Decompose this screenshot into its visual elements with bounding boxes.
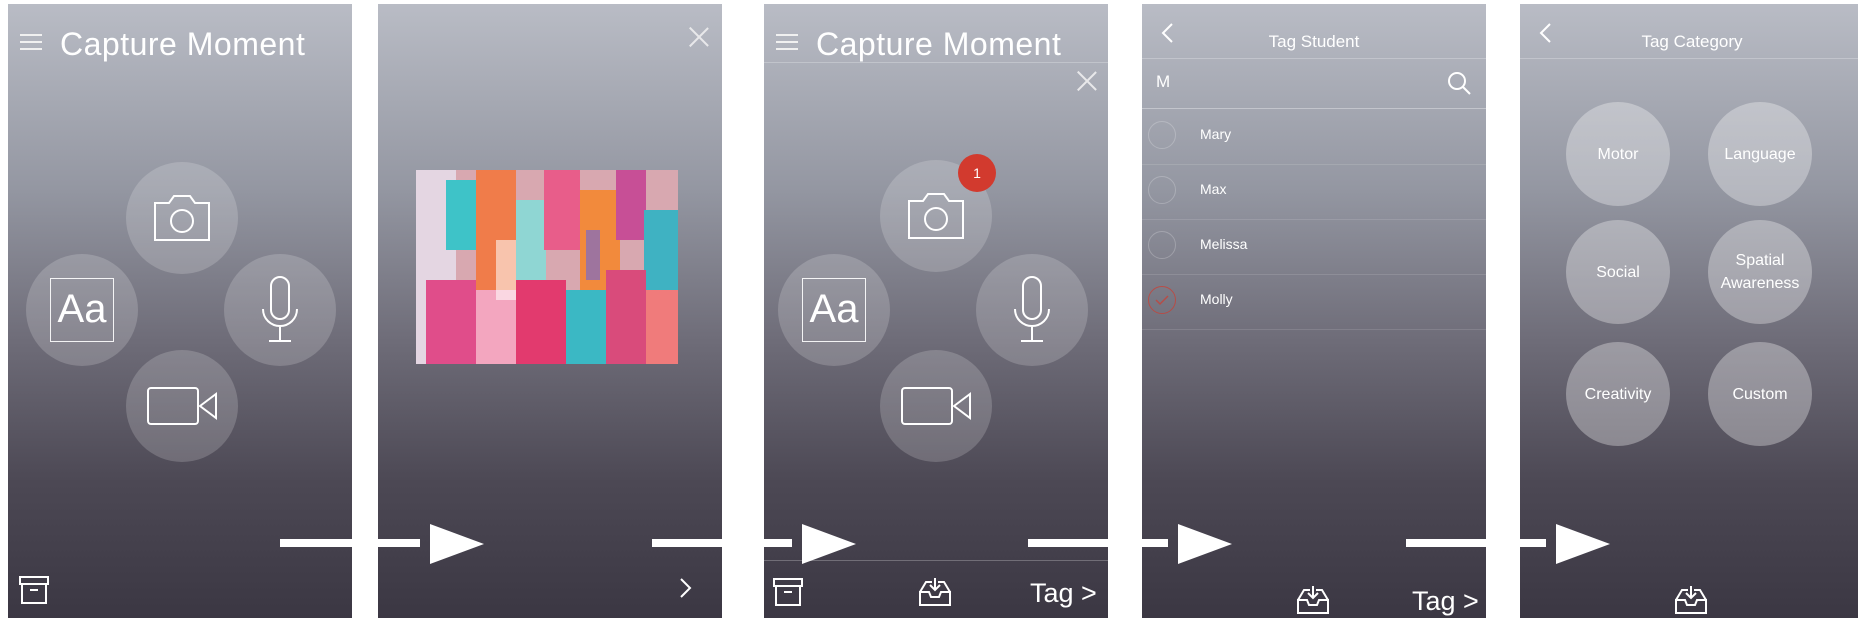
- microphone-icon: [1014, 276, 1050, 342]
- search-input[interactable]: M: [1156, 72, 1170, 92]
- next-icon[interactable]: [678, 576, 694, 600]
- video-button[interactable]: [880, 350, 992, 462]
- category-language[interactable]: Language: [1708, 102, 1812, 206]
- voice-note-button[interactable]: [224, 254, 336, 366]
- tag-button[interactable]: Tag >: [1412, 586, 1479, 617]
- video-button[interactable]: [126, 350, 238, 462]
- divider: [1520, 58, 1858, 59]
- checkmark-icon: [1155, 295, 1169, 306]
- inbox-icon[interactable]: [1674, 584, 1708, 616]
- close-icon[interactable]: [688, 26, 710, 48]
- student-name: Max: [1200, 181, 1227, 197]
- tag-button[interactable]: Tag >: [1030, 578, 1097, 609]
- flow-arrow-icon: [652, 524, 856, 564]
- category-social[interactable]: Social: [1566, 220, 1670, 324]
- text-note-button[interactable]: Aa: [26, 254, 138, 366]
- category-creativity[interactable]: Creativity: [1566, 342, 1670, 446]
- student-row[interactable]: Molly: [1142, 274, 1486, 330]
- inbox-icon[interactable]: [1296, 584, 1330, 616]
- text-icon: Aa: [802, 278, 866, 342]
- captured-photo: [416, 170, 678, 364]
- camera-icon: [154, 195, 210, 241]
- student-name: Molly: [1200, 291, 1233, 307]
- page-title: Tag Category: [1641, 32, 1743, 51]
- student-row[interactable]: Mary: [1142, 109, 1486, 165]
- student-row[interactable]: Max: [1142, 164, 1486, 220]
- archive-icon[interactable]: [772, 576, 804, 608]
- camera-button[interactable]: [126, 162, 238, 274]
- text-icon: Aa: [50, 278, 114, 342]
- video-icon: [147, 387, 217, 425]
- menu-icon[interactable]: [20, 34, 42, 52]
- divider: [764, 62, 1108, 63]
- page-title: Capture Moment: [816, 26, 1062, 62]
- category-spatial-awareness[interactable]: Spatial Awareness: [1708, 220, 1812, 324]
- archive-icon[interactable]: [18, 574, 50, 606]
- inbox-icon[interactable]: [918, 576, 952, 608]
- voice-note-button[interactable]: [976, 254, 1088, 366]
- menu-icon[interactable]: [776, 34, 798, 52]
- flow-arrow-icon: [280, 524, 484, 564]
- radio-button[interactable]: [1148, 231, 1176, 259]
- student-name: Mary: [1200, 126, 1232, 142]
- text-note-button[interactable]: Aa: [778, 254, 890, 366]
- student-row[interactable]: Melissa: [1142, 219, 1486, 275]
- category-motor[interactable]: Motor: [1566, 102, 1670, 206]
- microphone-icon: [262, 276, 298, 342]
- flow-arrow-icon: [1406, 524, 1610, 564]
- radio-button[interactable]: [1148, 121, 1176, 149]
- radio-button-selected[interactable]: [1148, 286, 1176, 314]
- page-title: Tag Student: [1268, 32, 1360, 51]
- radio-button[interactable]: [1148, 176, 1176, 204]
- camera-icon: [908, 193, 964, 239]
- category-label: Spatial Awareness: [1720, 252, 1800, 292]
- search-icon[interactable]: [1446, 70, 1472, 96]
- video-icon: [901, 387, 971, 425]
- page-title: Capture Moment: [60, 26, 306, 62]
- flow-arrow-icon: [1028, 524, 1232, 564]
- student-name: Melissa: [1200, 236, 1248, 252]
- photo-count-badge: 1: [958, 154, 996, 192]
- student-search-field[interactable]: M: [1142, 58, 1486, 108]
- close-icon[interactable]: [1076, 70, 1098, 92]
- category-custom[interactable]: Custom: [1708, 342, 1812, 446]
